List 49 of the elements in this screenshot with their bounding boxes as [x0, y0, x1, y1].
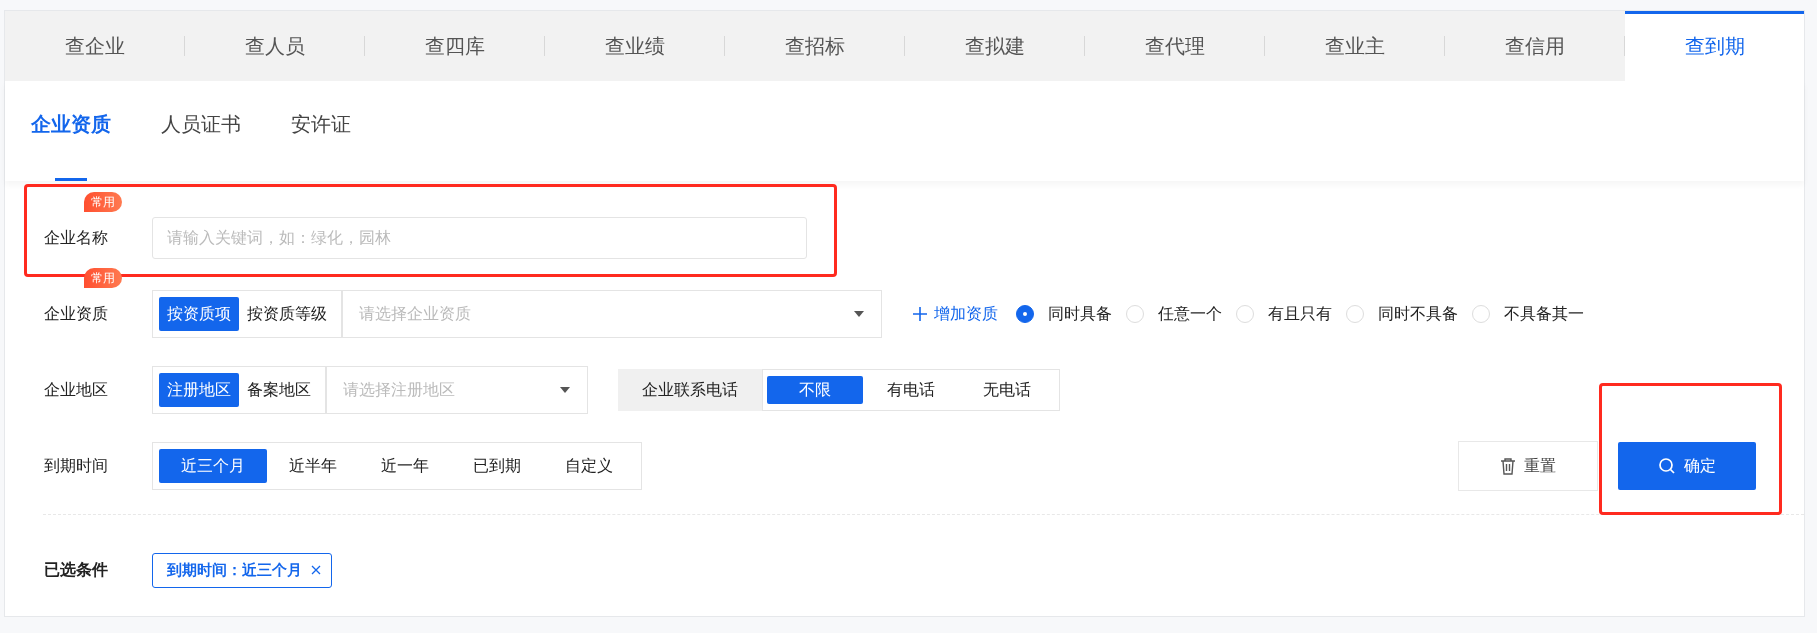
- expiry-option[interactable]: 近三个月: [159, 449, 267, 483]
- category-tab[interactable]: 查业绩: [545, 11, 724, 81]
- category-tab[interactable]: 查到期: [1625, 11, 1804, 81]
- add-qualification-link[interactable]: 增加资质: [912, 303, 998, 325]
- category-tab[interactable]: 查信用: [1445, 11, 1624, 81]
- radio-option[interactable]: 同时具备: [1016, 303, 1112, 325]
- category-tab[interactable]: 查人员: [185, 11, 364, 81]
- common-badge: 常用: [84, 267, 122, 288]
- mode-toggle[interactable]: 按资质项: [159, 297, 239, 331]
- category-tab[interactable]: 查企业: [5, 11, 184, 81]
- close-icon[interactable]: [311, 565, 321, 575]
- category-tab[interactable]: 查招标: [725, 11, 904, 81]
- radio-option[interactable]: 任意一个: [1126, 303, 1222, 325]
- expiry-option[interactable]: 自定义: [543, 449, 635, 483]
- trash-icon: [1500, 457, 1516, 475]
- category-tab[interactable]: 查拟建: [905, 11, 1084, 81]
- expiry-option[interactable]: 近半年: [267, 449, 359, 483]
- sub-tab[interactable]: 安许证: [291, 81, 351, 181]
- expiry-option[interactable]: 近一年: [359, 449, 451, 483]
- search-icon: [1658, 457, 1676, 475]
- company-name-field[interactable]: 请输入关键词，如：绿化，园林: [152, 217, 807, 259]
- category-tab[interactable]: 查业主: [1265, 11, 1444, 81]
- filter-label: 到期时间: [44, 456, 108, 474]
- reset-button[interactable]: 重置: [1458, 441, 1598, 491]
- category-tab[interactable]: 查四库: [365, 11, 544, 81]
- category-tab[interactable]: 查代理: [1085, 11, 1264, 81]
- radio-option[interactable]: 同时不具备: [1346, 303, 1458, 325]
- sub-tab[interactable]: 人员证书: [161, 81, 241, 181]
- phone-option[interactable]: 不限: [767, 376, 863, 404]
- phone-option[interactable]: 有电话: [863, 376, 959, 404]
- mode-toggle[interactable]: 注册地区: [159, 373, 239, 407]
- sub-tab[interactable]: 企业资质: [31, 81, 111, 181]
- selected-conditions-label: 已选条件: [43, 559, 109, 580]
- mode-toggle[interactable]: 按资质等级: [239, 297, 335, 331]
- expiry-option[interactable]: 已到期: [451, 449, 543, 483]
- radio-option[interactable]: 不具备其一: [1472, 303, 1584, 325]
- mode-toggle[interactable]: 备案地区: [239, 373, 319, 407]
- radio-option[interactable]: 有且只有: [1236, 303, 1332, 325]
- common-badge: 常用: [84, 191, 122, 212]
- phone-filter-label: 企业联系电话: [618, 369, 762, 411]
- plus-icon: [912, 306, 928, 322]
- caret-icon: [853, 310, 865, 318]
- confirm-button[interactable]: 确定: [1618, 442, 1756, 490]
- filter-label: 企业地区: [44, 380, 108, 398]
- phone-option[interactable]: 无电话: [959, 376, 1055, 404]
- condition-tag[interactable]: 到期时间：近三个月: [152, 552, 332, 588]
- caret-icon: [559, 386, 571, 394]
- filter-label: 企业名称: [44, 228, 108, 246]
- filter-label: 企业资质: [44, 304, 108, 322]
